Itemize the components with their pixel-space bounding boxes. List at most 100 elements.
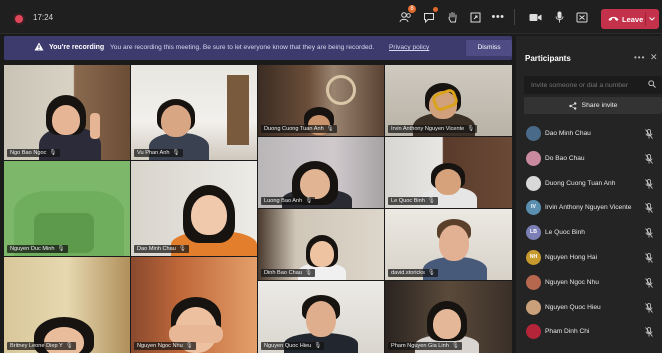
participant-list-item[interactable]: Duong Cuong Tuan Anh bbox=[516, 172, 662, 197]
raise-hand-button[interactable] bbox=[443, 8, 461, 26]
mic-off-icon: 🎙 bbox=[49, 150, 57, 156]
participant-list-item[interactable]: Nguyen Ngoc Nhu bbox=[516, 271, 662, 296]
participant-name-label: Nguyen Ngoc Nhu 🎙 bbox=[134, 342, 196, 350]
raise-hand-icon bbox=[448, 12, 456, 23]
mic-off-icon: 🎙 bbox=[178, 246, 186, 252]
warning-icon bbox=[34, 42, 44, 51]
avatar bbox=[526, 150, 541, 166]
participant-name-label: Ngo Bao Ngoc 🎙 bbox=[7, 149, 60, 157]
participant-name-label: Irvin Anthony Nguyen Vicente 🎙 bbox=[388, 125, 478, 133]
participant-name-label: Duong Cuong Tuan Anh 🎙 bbox=[261, 125, 337, 133]
participant-name-label: Dinh Bao Chau 🎙 bbox=[261, 269, 316, 277]
participant-name-label: Dao Minh Chau 🎙 bbox=[134, 245, 189, 253]
video-tile[interactable]: Luong Bao Anh 🎙 bbox=[258, 137, 384, 208]
chat-button[interactable] bbox=[420, 7, 438, 26]
share-screen-button[interactable] bbox=[573, 8, 591, 26]
mic-off-icon bbox=[645, 178, 653, 189]
video-tile[interactable]: Irvin Anthony Nguyen Vicente 🎙 bbox=[385, 65, 512, 136]
avatar bbox=[526, 175, 541, 191]
participant-list-item[interactable]: Pham Dinh Chi bbox=[516, 320, 662, 345]
avatar bbox=[526, 324, 541, 340]
participant-name: Duong Cuong Tuan Anh bbox=[545, 179, 616, 187]
mic-off-icon bbox=[645, 129, 653, 139]
mic-off-icon: 🎙 bbox=[172, 150, 180, 156]
mic-off-icon bbox=[645, 228, 653, 238]
privacy-policy-link[interactable]: Privacy policy bbox=[389, 44, 429, 51]
participant-list-item[interactable]: LB Le Quoc Binh bbox=[516, 221, 662, 246]
close-icon[interactable]: ✕ bbox=[650, 52, 658, 63]
camera-icon bbox=[529, 13, 541, 21]
people-icon bbox=[399, 11, 411, 22]
avatar bbox=[526, 274, 541, 290]
mic-off-icon: 🎙 bbox=[305, 198, 313, 204]
video-tile[interactable]: Pham Nguyen Gia Linh 🎙 bbox=[385, 281, 512, 353]
mic-off-icon bbox=[645, 302, 653, 313]
participant-list-item[interactable]: Nguyen Quoc Hieu bbox=[516, 296, 662, 321]
video-tile[interactable]: Dao Minh Chau 🎙 bbox=[131, 161, 257, 256]
participant-name-label: Luong Bao Anh 🎙 bbox=[261, 197, 316, 205]
share-screen-icon bbox=[576, 12, 588, 22]
mic-off-icon: 🎙 bbox=[427, 270, 435, 276]
participant-name: Le Quoc Binh bbox=[545, 229, 585, 237]
invite-input[interactable] bbox=[524, 76, 662, 94]
phone-hangup-icon bbox=[608, 16, 619, 21]
participant-name-label: Pham Nguyen Gia Linh 🎙 bbox=[388, 342, 462, 350]
leave-divider bbox=[645, 12, 646, 26]
leave-button[interactable]: Leave bbox=[601, 9, 659, 29]
toolbar-divider bbox=[514, 9, 515, 25]
mic-button[interactable] bbox=[550, 8, 568, 26]
share-invite-button[interactable]: Share invite bbox=[524, 97, 662, 114]
mic-off-icon: 🎙 bbox=[57, 246, 65, 252]
camera-button[interactable] bbox=[526, 8, 544, 26]
participant-list-item[interactable]: NH Nguyen Hong Hai bbox=[516, 246, 662, 271]
teams-meeting-window: 17:24 8 ••• Leave You're recording You a… bbox=[0, 0, 662, 353]
video-grid: Ngo Bao Ngoc 🎙 Vu Phan Anh 🎙 Duong Cuong T… bbox=[4, 65, 512, 353]
share-invite-label: Share invite bbox=[581, 102, 618, 109]
recording-banner: You're recording You are recording this … bbox=[4, 36, 512, 60]
participant-list-item[interactable]: Do Bao Chau bbox=[516, 147, 662, 172]
more-icon[interactable]: ••• bbox=[634, 53, 645, 62]
chat-unread-dot bbox=[433, 7, 438, 12]
meeting-toolbar: 17:24 8 ••• Leave bbox=[0, 0, 662, 34]
dismiss-button[interactable]: Dismiss bbox=[466, 40, 512, 56]
participant-name-label: Nguyen Duc Minh 🎙 bbox=[7, 245, 68, 253]
mic-off-icon bbox=[645, 277, 653, 288]
video-tile[interactable]: Nguyen Duc Minh 🎙 bbox=[4, 161, 130, 256]
video-tile[interactable]: Duong Cuong Tuan Anh 🎙 bbox=[258, 65, 384, 136]
participant-name: Irvin Anthony Nguyen Vicente bbox=[545, 204, 632, 212]
mic-off-icon: 🎙 bbox=[451, 343, 459, 349]
chevron-down-icon[interactable] bbox=[649, 17, 655, 21]
more-icon: ••• bbox=[491, 11, 505, 23]
video-tile[interactable]: david.storicks 🎙 bbox=[385, 209, 512, 280]
mic-off-icon bbox=[645, 327, 653, 338]
mic-off-icon: 🎙 bbox=[427, 198, 436, 204]
avatar: LB bbox=[526, 225, 541, 241]
mic-off-icon: 🎙 bbox=[304, 270, 313, 276]
participant-list-item[interactable]: IV Irvin Anthony Nguyen Vicente bbox=[516, 196, 662, 221]
mic-icon bbox=[555, 11, 563, 23]
video-tile[interactable]: Vu Phan Anh 🎙 bbox=[131, 65, 257, 160]
video-tile[interactable]: Nguyen Quoc Hieu 🎙 bbox=[258, 281, 384, 353]
participant-name-label: Le Quoc Binh 🎙 bbox=[388, 197, 439, 205]
participant-name: Do Bao Chau bbox=[545, 154, 585, 162]
meeting-timer: 17:24 bbox=[33, 13, 54, 22]
more-actions-button[interactable]: ••• bbox=[489, 8, 507, 26]
video-tile[interactable]: Dinh Bao Chau 🎙 bbox=[258, 209, 384, 280]
video-tile[interactable]: Nguyen Ngoc Nhu 🎙 bbox=[131, 257, 257, 353]
mic-off-icon bbox=[645, 203, 653, 214]
video-tile[interactable]: Le Quoc Binh 🎙 bbox=[385, 137, 512, 208]
share-tray-button[interactable] bbox=[466, 8, 484, 26]
video-tile[interactable]: Britney Leone Diep Y 🎙 bbox=[4, 257, 130, 353]
participants-button[interactable]: 8 bbox=[396, 5, 416, 26]
mic-off-icon bbox=[645, 253, 653, 263]
participant-name: Dao Minh Chau bbox=[545, 130, 591, 137]
participant-list-item[interactable]: Dao Minh Chau bbox=[516, 122, 662, 147]
participants-count-badge: 8 bbox=[408, 5, 416, 13]
participant-name: Pham Dinh Chi bbox=[545, 328, 590, 336]
video-tile[interactable]: Ngo Bao Ngoc 🎙 bbox=[4, 65, 130, 160]
participant-name: Nguyen Ngoc Nhu bbox=[545, 278, 599, 286]
share-tray-icon bbox=[470, 12, 480, 22]
search-icon[interactable] bbox=[648, 80, 656, 88]
recording-banner-message: You are recording this meeting. Be sure … bbox=[110, 44, 375, 51]
panel-title: Participants bbox=[525, 54, 571, 63]
